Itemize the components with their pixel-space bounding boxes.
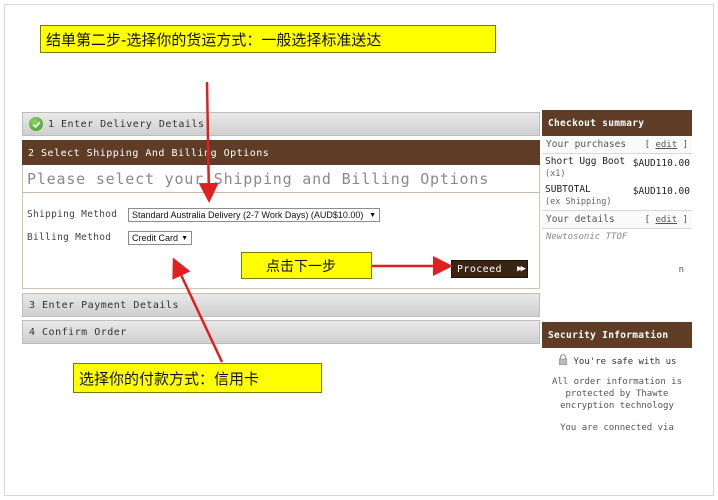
security-title: Security Information <box>542 322 692 348</box>
summary-title: Checkout summary <box>542 110 692 136</box>
purchases-header: Your purchases [ edit ] <box>542 136 692 154</box>
step-2-label: 2 Select Shipping And Billing Options <box>28 147 270 159</box>
subtotal-row: SUBTOTAL (ex Shipping) $AUD110.00 <box>542 182 692 211</box>
billing-method-value: Credit Card <box>132 233 179 243</box>
dropdown-arrow-icon: ▼ <box>369 211 376 219</box>
billing-method-label: Billing Method <box>27 232 112 243</box>
click-next-callout: 点击下一步 <box>241 252 372 279</box>
double-arrow-icon: ▶▶ <box>517 264 526 274</box>
proceed-button[interactable]: Proceed ▶▶ <box>451 260 528 278</box>
subtotal-price: $AUD110.00 <box>632 186 690 197</box>
dropdown-arrow-icon: ▼ <box>181 234 188 242</box>
shipping-method-label: Shipping Method <box>27 209 118 220</box>
step-4-bar: 4 Confirm Order <box>22 320 540 344</box>
checkout-summary: Checkout summary Your purchases [ edit ]… <box>542 110 692 275</box>
safe-text: You're safe with us <box>573 357 677 367</box>
safe-line: You're safe with us <box>545 354 689 368</box>
edit-details-link[interactable]: [ edit ] <box>645 215 688 225</box>
purchase-item: Short Ugg Boot (x1) $AUD110.00 <box>542 154 692 182</box>
item-price: $AUD110.00 <box>632 158 690 169</box>
panel-divider <box>23 192 539 193</box>
edit-purchases-link[interactable]: [ edit ] <box>645 140 688 150</box>
step-3-bar: 3 Enter Payment Details <box>22 293 540 317</box>
step-3-label: 3 Enter Payment Details <box>29 299 179 311</box>
step-1-label: 1 Enter Delivery Details <box>48 118 205 130</box>
payment-note-text: 选择你的付款方式：信用卡 <box>79 369 260 388</box>
payment-note-callout: 选择你的付款方式：信用卡 <box>73 363 322 393</box>
panel-heading: Please select your Shipping and Billing … <box>27 170 490 188</box>
billing-method-select[interactable]: Credit Card ▼ <box>128 231 192 245</box>
step-4-label: 4 Confirm Order <box>29 326 127 338</box>
security-info: Security Information You're safe with us… <box>542 322 692 430</box>
details-extra: n <box>678 265 684 275</box>
lock-icon <box>558 354 567 365</box>
details-label: Your details <box>546 214 615 225</box>
shipping-method-select[interactable]: Standard Australia Delivery (2-7 Work Da… <box>128 208 380 222</box>
details-header: Your details [ edit ] <box>542 211 692 229</box>
check-icon <box>29 117 43 131</box>
step-2-bar: 2 Select Shipping And Billing Options <box>22 140 540 166</box>
step-1-bar[interactable]: 1 Enter Delivery Details <box>22 112 540 136</box>
security-body: You're safe with us All order informatio… <box>542 348 692 430</box>
purchases-label: Your purchases <box>546 139 627 150</box>
security-description: All order information is protected by Th… <box>551 377 683 411</box>
proceed-label: Proceed <box>457 263 502 275</box>
connection-text: You are connected via <box>560 423 674 430</box>
step-title-text: 结单第二步-选择你的货运方式：一般选择标准送达 <box>46 30 382 49</box>
step-title-callout: 结单第二步-选择你的货运方式：一般选择标准送达 <box>40 25 496 53</box>
click-next-text: 点击下一步 <box>266 258 336 275</box>
shipping-method-value: Standard Australia Delivery (2-7 Work Da… <box>132 210 364 220</box>
details-name: Newtosonic TTOF <box>546 232 628 242</box>
